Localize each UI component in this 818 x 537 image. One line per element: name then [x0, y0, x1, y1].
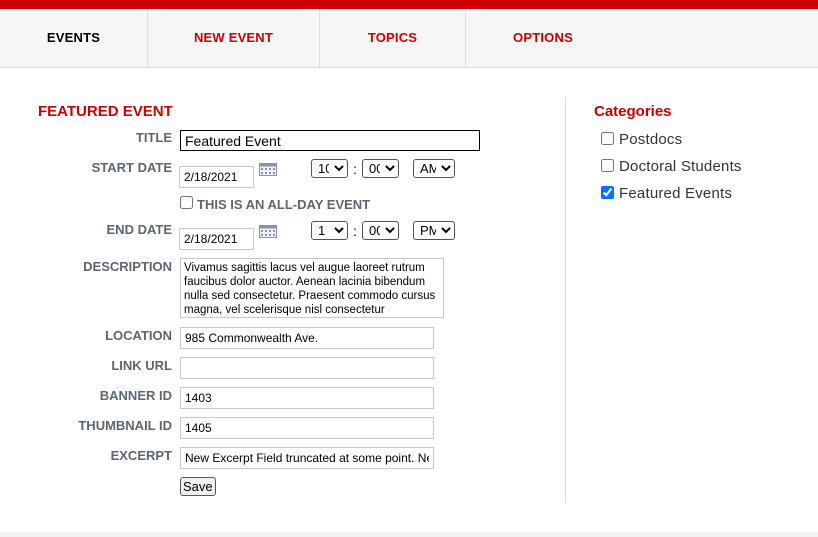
- time-separator: :: [353, 161, 357, 177]
- category-checkbox-featured-events[interactable]: [601, 186, 614, 199]
- end-ampm-select[interactable]: PM: [413, 221, 455, 240]
- start-date-input[interactable]: [179, 166, 254, 188]
- banner-id-input[interactable]: [180, 387, 434, 409]
- category-label-featured-events: Featured Events: [619, 185, 733, 202]
- top-accent-bar: [0, 0, 818, 9]
- excerpt-input[interactable]: [180, 447, 434, 469]
- categories-title: Categories: [594, 103, 672, 120]
- end-minute-select[interactable]: 00: [362, 221, 399, 240]
- all-day-label: THIS IS AN ALL-DAY EVENT: [197, 197, 371, 212]
- section-title: FEATURED EVENT: [38, 103, 173, 120]
- time-separator: :: [353, 223, 357, 239]
- location-input[interactable]: [180, 327, 434, 349]
- location-label: LOCATION: [105, 328, 172, 343]
- description-label: DESCRIPTION: [83, 259, 172, 274]
- thumbnail-id-input[interactable]: [180, 417, 434, 439]
- start-ampm-select[interactable]: AM: [413, 159, 455, 178]
- end-hour-select[interactable]: 1: [311, 221, 348, 240]
- excerpt-label: EXCERPT: [110, 448, 172, 463]
- start-minute-select[interactable]: 00: [362, 159, 399, 178]
- category-checkbox-postdocs[interactable]: [601, 132, 614, 145]
- description-textarea[interactable]: Vivamus sagittis lacus vel augue laoreet…: [180, 258, 444, 318]
- column-divider: [565, 97, 566, 503]
- main-nav: EVENTS NEW EVENT TOPICS OPTIONS: [0, 9, 818, 68]
- tab-options[interactable]: OPTIONS: [466, 9, 620, 67]
- category-label-postdocs: Postdocs: [619, 131, 683, 148]
- save-button[interactable]: Save: [180, 477, 216, 496]
- category-checkbox-doctoral-students[interactable]: [601, 159, 614, 172]
- title-label: TITLE: [135, 130, 172, 145]
- tab-new-event[interactable]: NEW EVENT: [148, 9, 319, 67]
- link-url-input[interactable]: [180, 357, 434, 379]
- banner-id-label: BANNER ID: [99, 388, 172, 403]
- category-label-doctoral-students: Doctoral Students: [619, 158, 742, 175]
- link-url-label: LINK URL: [111, 358, 172, 373]
- footer-bar: [0, 532, 818, 537]
- all-day-checkbox[interactable]: [180, 196, 193, 209]
- thumbnail-id-label: THUMBNAIL ID: [78, 418, 172, 433]
- start-hour-select[interactable]: 10: [311, 159, 348, 178]
- title-input[interactable]: [180, 130, 480, 151]
- end-date-label: END DATE: [106, 222, 172, 237]
- start-date-label: START DATE: [91, 160, 172, 175]
- tab-events[interactable]: EVENTS: [0, 9, 147, 67]
- end-date-input[interactable]: [179, 228, 254, 250]
- tab-topics[interactable]: TOPICS: [320, 9, 465, 67]
- calendar-icon[interactable]: [259, 224, 277, 238]
- calendar-icon[interactable]: [259, 162, 277, 176]
